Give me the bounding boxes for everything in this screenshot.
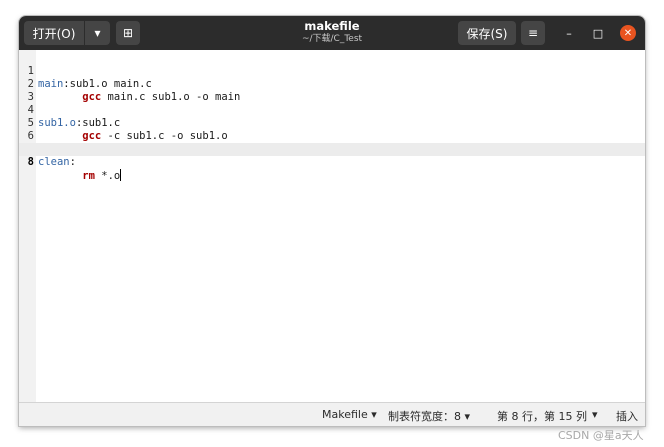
chevron-down-icon[interactable]: ▾ <box>592 408 598 421</box>
close-icon: ✕ <box>623 27 633 39</box>
tab-width-selector[interactable]: 制表符宽度：8 ▾ <box>388 408 470 424</box>
code-line-6[interactable]: 6 <box>19 117 645 142</box>
text-cursor <box>120 169 122 181</box>
code-line-8-current[interactable]: 8 rm *.o <box>19 143 645 182</box>
code-line-7[interactable]: 7 clean: <box>19 130 645 168</box>
watermark: CSDN @星a天人 <box>558 429 644 442</box>
save-button[interactable]: 保存(S) <box>458 21 516 45</box>
cursor-position[interactable]: 第 8 行，第 15 列 <box>497 408 587 424</box>
window-subtitle: ~/下载/C_Test <box>301 34 363 44</box>
open-dropdown-button[interactable]: ▾ <box>85 21 110 45</box>
window-title: makefile <box>304 19 360 33</box>
minimize-button[interactable]: – <box>561 25 577 41</box>
chevron-down-icon: ▾ <box>94 26 101 40</box>
code-line-5[interactable]: 5 gcc -c sub1.c -o sub1.o <box>19 104 645 142</box>
dependencies: : <box>69 156 76 168</box>
code-line-3[interactable]: 3 <box>19 78 645 103</box>
hamburger-icon: ≡ <box>527 26 539 40</box>
new-tab-button[interactable]: ⊞ <box>116 21 140 45</box>
open-button[interactable]: 打开(O) <box>24 21 84 45</box>
window-title-block: makefile ~/下载/C_Test <box>239 19 425 45</box>
open-button-label: 打开(O) <box>32 26 76 41</box>
gedit-window: 打开(O) ▾ ⊞ makefile ~/下载/C_Test 保存(S) ≡ –… <box>19 16 645 426</box>
new-tab-icon: ⊞ <box>122 26 134 40</box>
command-args: *.o <box>94 170 121 182</box>
code-line-4[interactable]: 4 sub1.o:sub1.c <box>19 91 645 129</box>
status-bar: Makefile ▾ 制表符宽度：8 ▾ 第 8 行，第 15 列 ▾ 插入 <box>19 402 645 426</box>
maximize-button[interactable]: □ <box>590 25 606 41</box>
hamburger-menu-button[interactable]: ≡ <box>521 21 545 45</box>
code-line-1[interactable]: 1 main:sub1.o main.c <box>19 52 645 90</box>
close-button[interactable]: ✕ <box>620 25 636 41</box>
language-selector[interactable]: Makefile ▾ <box>322 408 377 421</box>
text-editor-area[interactable]: 1 main:sub1.o main.c 2 gcc main.c sub1.o… <box>19 50 645 402</box>
line-number: 8 <box>27 156 34 168</box>
command-keyword: rm <box>82 170 95 182</box>
maximize-icon: □ <box>592 26 604 40</box>
save-button-label: 保存(S) <box>466 26 508 41</box>
line-text: rm *.o <box>38 169 122 183</box>
minimize-icon: – <box>566 26 572 40</box>
header-bar: 打开(O) ▾ ⊞ makefile ~/下载/C_Test 保存(S) ≡ –… <box>19 16 645 50</box>
code-line-2[interactable]: 2 gcc main.c sub1.o -o main <box>19 65 645 103</box>
insert-mode-indicator[interactable]: 插入 <box>616 408 638 424</box>
